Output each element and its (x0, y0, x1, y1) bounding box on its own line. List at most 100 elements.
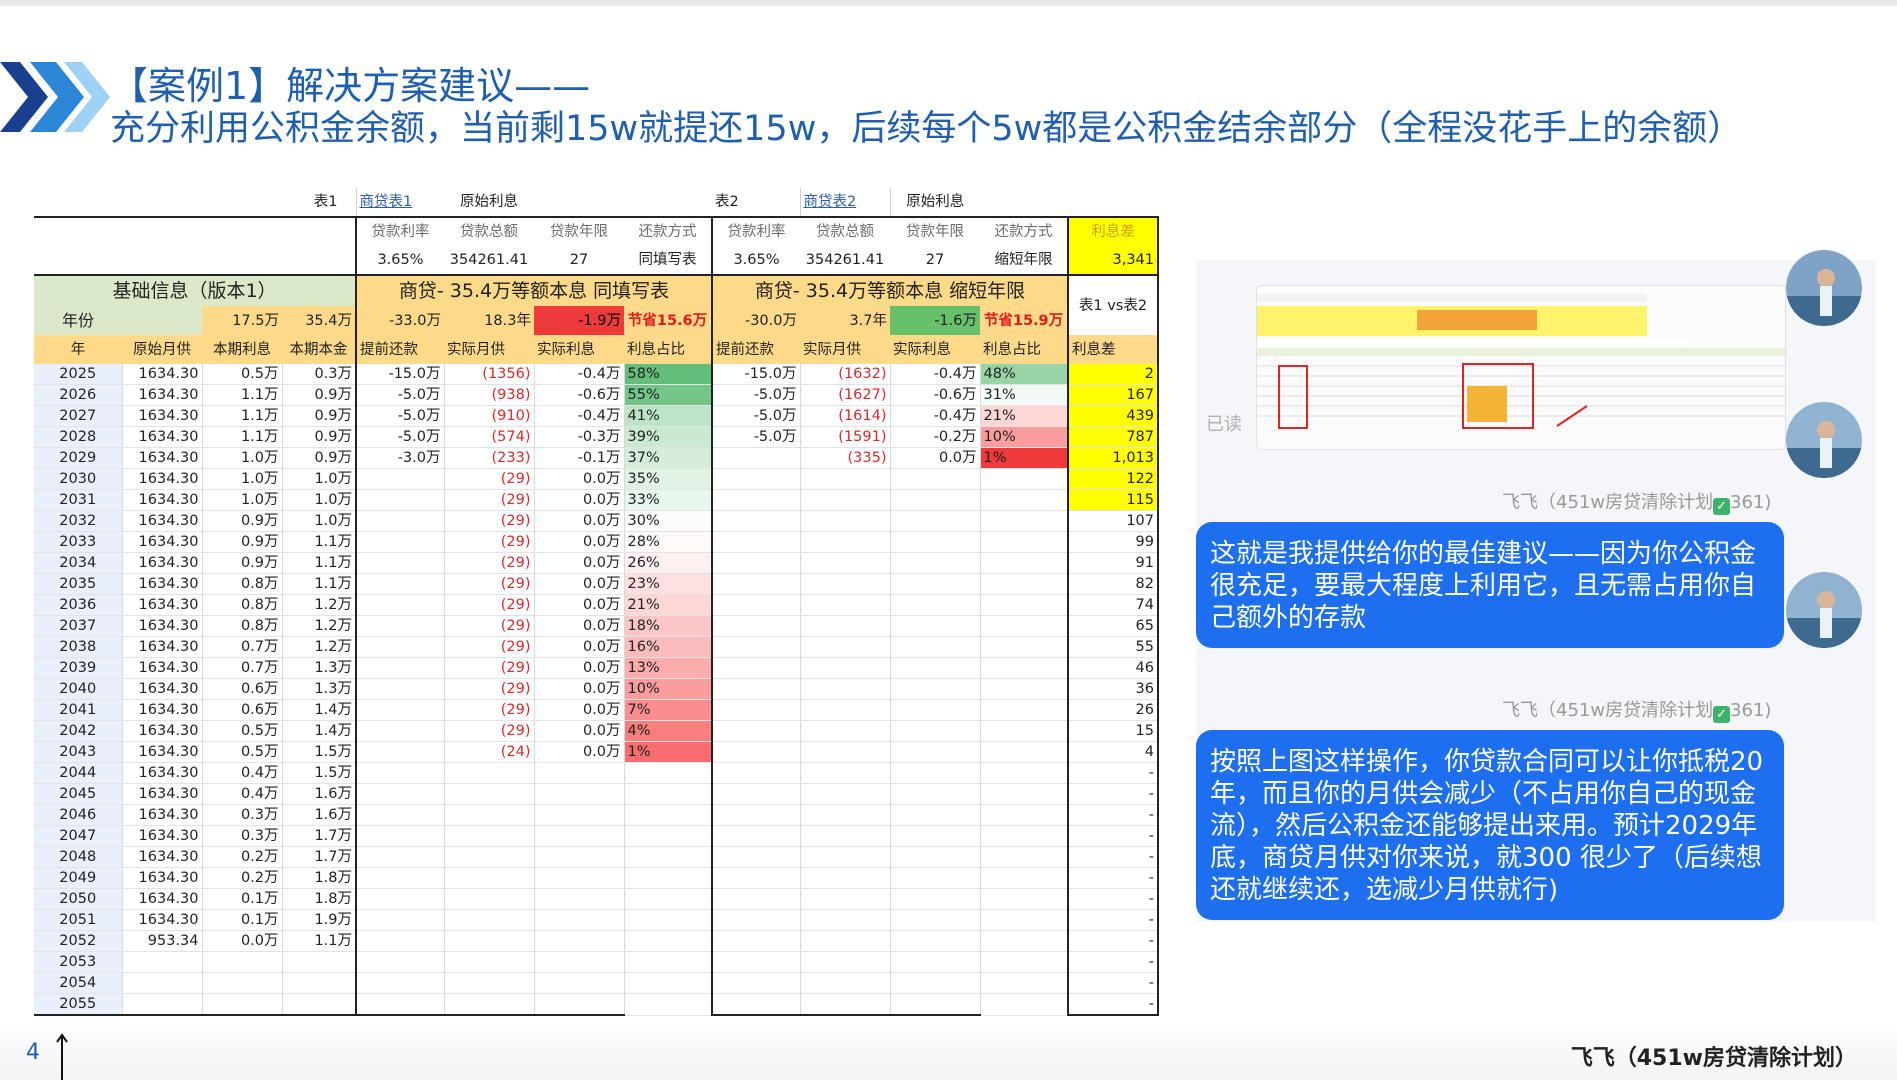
table-cell[interactable]: 953.34 (122, 930, 203, 953)
table-cell[interactable]: 1634.30 (122, 594, 203, 617)
table-cell[interactable] (800, 531, 891, 554)
table-cell[interactable]: 0.9万 (282, 447, 357, 470)
table-cell[interactable]: -0.3万 (534, 426, 625, 449)
table-cell[interactable] (624, 783, 713, 806)
table-cell[interactable]: 0.7万 (202, 636, 283, 659)
table-cell[interactable]: 2037 (34, 615, 123, 638)
avatar[interactable] (1786, 572, 1862, 648)
table-cell[interactable] (890, 804, 981, 827)
table-cell[interactable]: 2035 (34, 573, 123, 596)
table-cell[interactable] (711, 531, 801, 554)
table-cell[interactable]: 2052 (34, 930, 123, 953)
table-cell[interactable] (624, 867, 713, 890)
table-cell[interactable]: 1.0万 (282, 489, 357, 512)
table-cell[interactable]: -3.0万 (355, 447, 445, 470)
table-cell[interactable] (711, 825, 801, 848)
table-cell[interactable]: 0.0万 (534, 678, 625, 701)
table-cell[interactable] (800, 909, 891, 932)
table-cell[interactable] (980, 678, 1069, 701)
table-cell[interactable] (890, 741, 981, 764)
table-cell[interactable]: 46 (1067, 657, 1159, 680)
table-cell[interactable]: 0.0万 (534, 636, 625, 659)
table-cell[interactable]: 58% (624, 364, 713, 386)
table-cell[interactable]: 2036 (34, 594, 123, 617)
table-cell[interactable] (890, 846, 981, 869)
table-cell[interactable]: 0.5万 (202, 720, 283, 743)
table-cell[interactable] (890, 678, 981, 701)
table-cell[interactable] (444, 930, 535, 953)
table-cell[interactable]: 1634.30 (122, 364, 203, 386)
table-cell[interactable]: 18% (624, 615, 713, 638)
table-cell[interactable]: (1627) (800, 384, 891, 407)
table-cell[interactable] (980, 909, 1069, 932)
table-cell[interactable]: 0.0万 (534, 510, 625, 533)
table-cell[interactable] (202, 951, 283, 974)
table-cell[interactable]: 1634.30 (122, 804, 203, 827)
table-cell[interactable] (800, 741, 891, 764)
table-cell[interactable]: 99 (1067, 531, 1159, 554)
table-cell[interactable]: 2054 (34, 972, 123, 995)
table-cell[interactable]: 7% (624, 699, 713, 722)
table-cell[interactable]: 167 (1067, 384, 1159, 407)
table-cell[interactable] (355, 552, 445, 575)
table-cell[interactable]: 1.6万 (282, 783, 357, 806)
table-cell[interactable] (355, 699, 445, 722)
table-cell[interactable]: -5.0万 (355, 405, 445, 428)
table-cell[interactable] (444, 846, 535, 869)
table-cell[interactable] (800, 993, 891, 1017)
table-cell[interactable]: (29) (444, 636, 535, 659)
table-cell[interactable]: (24) (444, 741, 535, 764)
table-cell[interactable]: 4% (624, 720, 713, 743)
table-cell[interactable]: 0.0万 (534, 741, 625, 764)
table-cell[interactable]: - (1067, 804, 1159, 827)
table-cell[interactable] (534, 930, 625, 953)
table-cell[interactable]: 1.1万 (282, 552, 357, 575)
table-cell[interactable]: 28% (624, 531, 713, 554)
table-cell[interactable]: 2034 (34, 552, 123, 575)
table-cell[interactable] (444, 972, 535, 995)
table-cell[interactable]: 1.7万 (282, 825, 357, 848)
table-cell[interactable] (355, 720, 445, 743)
table-cell[interactable]: 1.0万 (202, 447, 283, 470)
table-cell[interactable]: - (1067, 930, 1159, 953)
table-cell[interactable]: 0.8万 (202, 615, 283, 638)
table-cell[interactable]: 55 (1067, 636, 1159, 659)
table-cell[interactable]: 1634.30 (122, 510, 203, 533)
table-cell[interactable]: 1.6万 (282, 804, 357, 827)
table-cell[interactable]: 1.1万 (202, 426, 283, 449)
table2-link[interactable]: 商贷表2 (799, 188, 890, 217)
table-cell[interactable]: 2030 (34, 468, 123, 491)
table-cell[interactable]: (574) (444, 426, 535, 449)
table-cell[interactable] (624, 825, 713, 848)
table-cell[interactable] (624, 909, 713, 932)
table-cell[interactable]: 74 (1067, 594, 1159, 617)
avatar[interactable] (1786, 250, 1862, 326)
table-cell[interactable] (711, 993, 801, 1017)
table-cell[interactable] (711, 762, 801, 785)
table-cell[interactable]: 1634.30 (122, 468, 203, 491)
table-cell[interactable]: 0.0万 (534, 594, 625, 617)
table-cell[interactable] (890, 552, 981, 575)
table-cell[interactable] (534, 804, 625, 827)
table-cell[interactable] (800, 783, 891, 806)
table-cell[interactable] (890, 972, 981, 995)
table-cell[interactable]: 1.0万 (282, 468, 357, 491)
table-cell[interactable]: - (1067, 783, 1159, 806)
table-cell[interactable] (711, 636, 801, 659)
table-cell[interactable] (800, 930, 891, 953)
table-cell[interactable]: 2033 (34, 531, 123, 554)
table-cell[interactable] (980, 804, 1069, 827)
table-cell[interactable] (800, 888, 891, 911)
table-cell[interactable] (800, 951, 891, 974)
table-cell[interactable]: (29) (444, 720, 535, 743)
table-cell[interactable] (800, 972, 891, 995)
table-cell[interactable]: 0.0万 (890, 447, 981, 470)
table-cell[interactable] (355, 657, 445, 680)
table-cell[interactable] (711, 510, 801, 533)
table-cell[interactable]: (29) (444, 489, 535, 512)
table-cell[interactable]: 30% (624, 510, 713, 533)
table-cell[interactable]: (1591) (800, 426, 891, 449)
table-cell[interactable] (711, 720, 801, 743)
table-cell[interactable] (980, 741, 1069, 764)
table-cell[interactable] (355, 993, 445, 1017)
